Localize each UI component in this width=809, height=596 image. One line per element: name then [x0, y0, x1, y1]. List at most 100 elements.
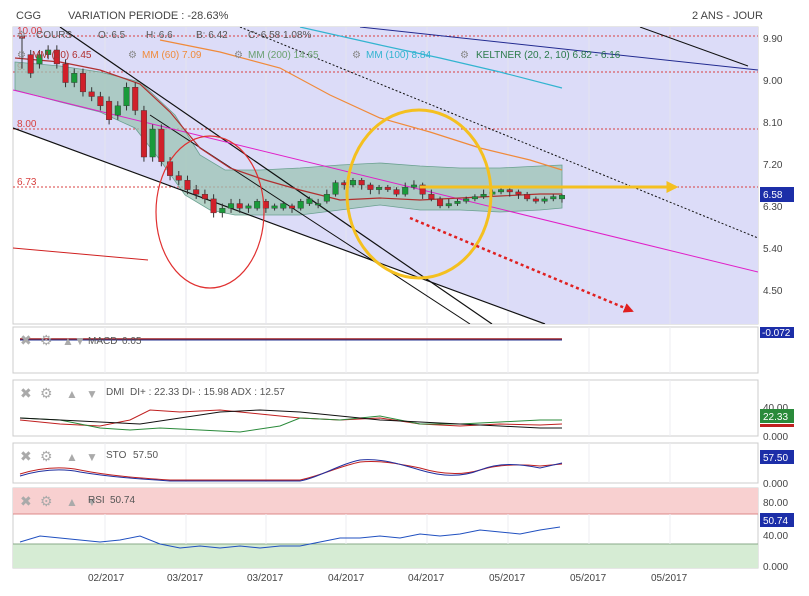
macd-tag-value: -0.072 [762, 328, 791, 339]
candle-up [454, 201, 461, 204]
price-tick: 8.10 [763, 118, 783, 129]
rsi-label: RSI [88, 495, 105, 506]
candle-up [471, 196, 478, 200]
candle-up [323, 194, 330, 202]
candle-down [201, 194, 208, 200]
dmi-tag-value: 22.33 [763, 412, 788, 423]
candle-up [498, 189, 505, 193]
candle-down [88, 91, 95, 97]
candle-up [219, 208, 226, 214]
svg-text:⚙: ⚙ [17, 30, 26, 41]
gear-icon[interactable]: ⚙ [352, 50, 361, 61]
candle-down [106, 100, 113, 120]
rsi-oversold-zone [13, 544, 758, 568]
candle-up [445, 203, 452, 207]
candle-down [158, 128, 165, 162]
candle-up [402, 187, 409, 195]
rsi-tick: 80.00 [763, 498, 788, 509]
macd-value: 0.05 [122, 336, 142, 347]
gear-icon[interactable]: ⚙ [40, 385, 53, 401]
candle-up [332, 182, 339, 195]
close-icon[interactable]: ✖ [20, 493, 32, 509]
legend-cours: COURS [36, 30, 72, 41]
candle-up [541, 198, 548, 202]
candle-up [315, 203, 322, 206]
price-tick: 7.20 [763, 160, 783, 171]
candle-down [175, 175, 182, 181]
stock-chart: CGG VARIATION PERIODE : -28.63% 2 ANS - … [12, 10, 794, 584]
gear-icon[interactable]: ⚙ [40, 448, 53, 464]
candle-up [280, 203, 287, 209]
rsi-tick: 0.000 [763, 562, 788, 573]
gear-icon[interactable]: ⚙ [40, 493, 53, 509]
gear-icon[interactable]: ⚙ [128, 50, 137, 61]
candle-down [358, 180, 365, 186]
arrow-down-icon[interactable]: ▼ [74, 334, 86, 348]
chart-window: CGG VARIATION PERIODE : -28.63% 2 ANS - … [0, 0, 809, 596]
candle-up [123, 86, 130, 107]
arrow-up-icon[interactable]: ▲ [66, 387, 78, 401]
sto-tag-value: 57.50 [763, 453, 788, 464]
close-icon[interactable]: ✖ [20, 448, 32, 464]
rsi-tick: 40.00 [763, 531, 788, 542]
arrow-down-icon[interactable]: ▼ [86, 387, 98, 401]
candle-up [149, 128, 156, 158]
legend-mm100: MM (100) 8.84 [366, 50, 431, 61]
price-tick: 9.90 [763, 34, 783, 45]
candle-down [97, 96, 104, 107]
candle-down [506, 189, 513, 193]
close-icon[interactable]: ✖ [20, 332, 32, 348]
candle-down [193, 189, 200, 195]
arrow-up-icon[interactable]: ▲ [66, 495, 78, 509]
x-tick: 04/2017 [408, 573, 445, 584]
legend-mm200: MM (200) 14.65 [248, 50, 319, 61]
x-tick: 05/2017 [570, 573, 607, 584]
candle-up [245, 205, 252, 209]
candle-up [376, 187, 383, 190]
legend-high: H: 6.6 [146, 30, 173, 41]
candle-up [297, 201, 304, 209]
price-tick: 4.50 [763, 286, 783, 297]
candle-up [559, 194, 566, 200]
x-tick: 05/2017 [489, 573, 526, 584]
candle-down [428, 194, 435, 200]
macd-panel [12, 326, 759, 374]
period-label: 2 ANS - JOUR [692, 10, 763, 22]
last-price-value: 6.58 [763, 190, 783, 201]
gear-icon[interactable]: ⚙ [40, 332, 53, 348]
candle-up [463, 198, 470, 202]
price-tick: 6.30 [763, 202, 783, 213]
gear-icon[interactable]: ⚙ [17, 50, 26, 61]
close-icon[interactable]: ✖ [20, 385, 32, 401]
x-tick: 05/2017 [651, 573, 688, 584]
price-tick: 5.40 [763, 244, 783, 255]
legend-low: B: 6.42 [196, 30, 228, 41]
dmi-minus-tag [760, 424, 794, 427]
candle-down [393, 189, 400, 195]
macd-label: MACD [88, 336, 117, 347]
candle-down [532, 198, 539, 202]
candle-down [515, 191, 522, 195]
gear-icon[interactable]: ⚙ [234, 50, 243, 61]
legend-mm60: MM (60) 7.09 [142, 50, 202, 61]
candle-down [289, 205, 296, 209]
gear-icon[interactable]: ⚙ [460, 50, 469, 61]
sto-label: STO [106, 450, 127, 461]
candle-down [132, 86, 139, 111]
x-tick: 04/2017 [328, 573, 365, 584]
legend-mm20: MM (20) 6.45 [32, 50, 92, 61]
candle-up [228, 203, 235, 209]
candle-up [349, 180, 356, 186]
candle-up [71, 73, 78, 83]
arrow-up-icon[interactable]: ▲ [66, 450, 78, 464]
x-axis: 02/2017 03/2017 03/2017 04/2017 04/2017 … [88, 573, 688, 584]
x-tick: 03/2017 [167, 573, 204, 584]
candle-up [480, 194, 487, 197]
x-tick: 03/2017 [247, 573, 284, 584]
arrow-down-icon[interactable]: ▼ [86, 450, 98, 464]
arrow-up-icon[interactable]: ▲ [62, 334, 74, 348]
sto-value: 57.50 [133, 450, 158, 461]
x-tick: 02/2017 [88, 573, 125, 584]
rsi-tag-value: 50.74 [763, 516, 788, 527]
candle-down [79, 73, 86, 93]
